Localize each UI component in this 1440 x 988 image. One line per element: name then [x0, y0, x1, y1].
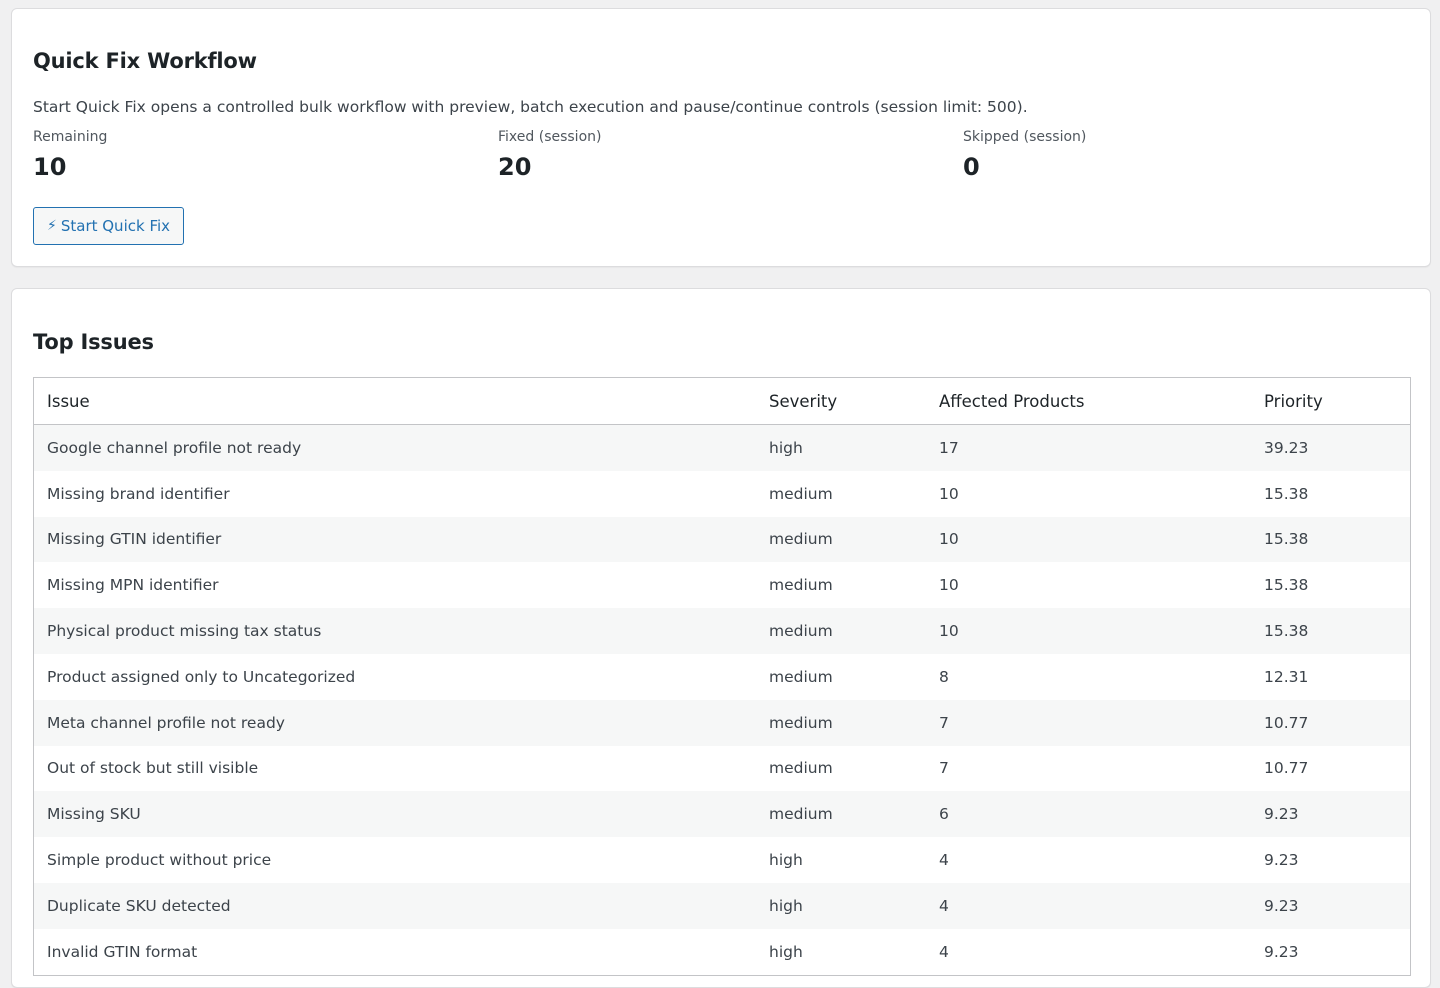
cell-severity: high: [756, 882, 926, 929]
stat-skipped-value: 0: [963, 153, 980, 181]
table-row: Meta channel profile not ready medium 7 10.…: [34, 699, 1410, 746]
cell-affected-products: 4: [926, 928, 1251, 975]
lightning-icon: ⚡: [47, 218, 57, 234]
column-header-affected-products: Affected Products: [926, 378, 1251, 425]
cell-issue: Missing GTIN identifier: [34, 516, 756, 563]
column-header-priority: Priority: [1251, 378, 1410, 425]
cell-severity: high: [756, 837, 926, 883]
stat-remaining: Remaining 10: [33, 129, 107, 181]
cell-priority: 10.77: [1251, 699, 1410, 746]
cell-priority: 39.23: [1251, 424, 1410, 471]
cell-issue: Missing brand identifier: [34, 470, 756, 517]
cell-priority: 9.23: [1251, 928, 1410, 975]
quick-fix-card: Quick Fix Workflow Start Quick Fix opens…: [11, 8, 1431, 267]
cell-issue: Duplicate SKU detected: [34, 882, 756, 929]
cell-issue: Google channel profile not ready: [34, 424, 756, 471]
table-row: Missing MPN identifier medium 10 15.38: [34, 562, 1410, 609]
cell-affected-products: 4: [926, 882, 1251, 929]
table-row: Invalid GTIN format high 4 9.23: [34, 928, 1410, 975]
cell-affected-products: 10: [926, 470, 1251, 517]
stat-fixed-value: 20: [498, 153, 532, 181]
quick-fix-description: Start Quick Fix opens a controlled bulk …: [33, 98, 1028, 116]
cell-severity: medium: [756, 470, 926, 517]
cell-severity: high: [756, 928, 926, 975]
start-quick-fix-label: Start Quick Fix: [60, 217, 171, 235]
cell-affected-products: 8: [926, 653, 1251, 700]
table-header-row: Issue Severity Affected Products Priorit…: [34, 378, 1410, 425]
cell-affected-products: 10: [926, 608, 1251, 654]
stat-remaining-label: Remaining: [33, 129, 108, 145]
column-header-severity: Severity: [756, 378, 926, 425]
table-row: Google channel profile not ready high 17 39…: [34, 424, 1410, 471]
cell-priority: 15.38: [1251, 516, 1410, 563]
cell-issue: Out of stock but still visible: [34, 745, 756, 792]
column-header-issue: Issue: [34, 378, 756, 425]
top-issues-table-body: Google channel profile not ready high 17 39…: [34, 424, 1410, 975]
stat-fixed: Fixed (session) 20: [498, 129, 601, 181]
cell-severity: high: [756, 424, 926, 471]
cell-priority: 9.23: [1251, 882, 1410, 929]
cell-affected-products: 17: [926, 424, 1251, 471]
cell-severity: medium: [756, 562, 926, 609]
cell-priority: 15.38: [1251, 562, 1410, 609]
table-row: Missing brand identifier medium 10 15.38: [34, 470, 1410, 517]
cell-issue: Invalid GTIN format: [34, 928, 756, 975]
cell-priority: 9.23: [1251, 791, 1410, 838]
top-issues-card: Top Issues Issue Severity Affected Produ…: [11, 288, 1431, 988]
quick-fix-title: Quick Fix Workflow: [33, 49, 257, 73]
cell-affected-products: 7: [926, 699, 1251, 746]
top-issues-table-wrapper: Issue Severity Affected Products Priorit…: [33, 377, 1411, 976]
stat-fixed-label: Fixed (session): [498, 129, 602, 145]
cell-severity: medium: [756, 791, 926, 838]
cell-severity: medium: [756, 608, 926, 654]
table-row: Duplicate SKU detected high 4 9.23: [34, 882, 1410, 929]
start-quick-fix-button[interactable]: ⚡ Start Quick Fix: [33, 207, 185, 245]
cell-issue: Simple product without price: [34, 837, 756, 883]
cell-affected-products: 10: [926, 516, 1251, 563]
table-row: Missing GTIN identifier medium 10 15.38: [34, 516, 1410, 563]
stat-skipped: Skipped (session) 0: [963, 129, 1086, 181]
cell-issue: Missing MPN identifier: [34, 562, 756, 609]
cell-affected-products: 4: [926, 837, 1251, 883]
table-row: Missing SKU medium 6 9.23: [34, 791, 1410, 838]
cell-affected-products: 6: [926, 791, 1251, 838]
cell-severity: medium: [756, 699, 926, 746]
cell-priority: 9.23: [1251, 837, 1410, 883]
cell-issue: Physical product missing tax status: [34, 608, 756, 654]
cell-priority: 15.38: [1251, 608, 1410, 654]
stat-skipped-label: Skipped (session): [963, 129, 1087, 145]
cell-issue: Product assigned only to Uncategorized: [34, 653, 756, 700]
cell-severity: medium: [756, 516, 926, 563]
cell-severity: medium: [756, 653, 926, 700]
top-issues-table: Issue Severity Affected Products Priorit…: [34, 378, 1410, 975]
cell-affected-products: 7: [926, 745, 1251, 792]
table-row: Out of stock but still visible medium 7 10.…: [34, 745, 1410, 792]
table-row: Product assigned only to Uncategorized me…: [34, 653, 1410, 700]
stat-remaining-value: 10: [33, 153, 67, 181]
cell-severity: medium: [756, 745, 926, 792]
cell-priority: 10.77: [1251, 745, 1410, 792]
cell-issue: Meta channel profile not ready: [34, 699, 756, 746]
cell-priority: 12.31: [1251, 653, 1410, 700]
cell-priority: 15.38: [1251, 470, 1410, 517]
table-row: Physical product missing tax status mediu…: [34, 608, 1410, 654]
top-issues-title: Top Issues: [33, 330, 154, 354]
cell-issue: Missing SKU: [34, 791, 756, 838]
cell-affected-products: 10: [926, 562, 1251, 609]
table-row: Simple product without price high 4 9.23: [34, 837, 1410, 883]
